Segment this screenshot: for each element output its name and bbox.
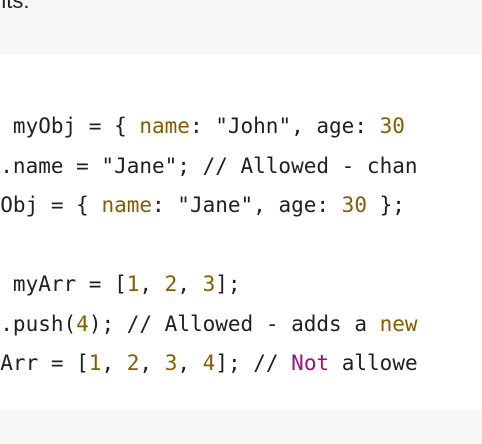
code-token-plain: nyArr = [ <box>0 351 89 375</box>
response-text-fragment: nts: <box>0 0 30 13</box>
code-token-prop: name <box>139 114 190 138</box>
code-token-plain: ]; <box>215 272 241 296</box>
code-token-num: 3 <box>202 272 216 296</box>
code-token-kw: Not <box>291 351 330 375</box>
code-line: st myObj = { name: "John", age: 30 <box>0 107 418 147</box>
code-token-plain: rr.push( <box>0 311 77 336</box>
code-token-plain: ); // Allowed - adds a <box>88 311 380 336</box>
code-line: rr.push(4); // Allowed - adds a new <box>0 305 418 345</box>
code-token-num: 4 <box>76 311 89 336</box>
code-token-num: 3 <box>164 351 178 375</box>
code-token-plain: oj.name = "Jane"; // Allowed - chan <box>0 153 418 178</box>
code-token-num: 2 <box>126 351 140 375</box>
code-token-plain: , <box>101 351 127 375</box>
code-block-card: st myObj = { name: "John", age: 30oj.nam… <box>0 55 482 410</box>
code-token-plain: , <box>139 272 165 296</box>
code-token-prop: new <box>379 311 418 336</box>
code-token-num: 30 <box>341 193 367 217</box>
code-token-num: 1 <box>126 272 140 296</box>
code-token-plain: , <box>177 272 203 296</box>
code-token-num: 30 <box>379 114 405 138</box>
code-token-prop: name <box>101 193 153 217</box>
code-token-num: 2 <box>164 272 178 296</box>
chat-response-viewport: nts: st myObj = { name: "John", age: 30o… <box>0 0 482 444</box>
code-line: nyArr = [1, 2, 3, 4]; // Not allowe <box>0 344 418 384</box>
code-token-plain: ]; // <box>215 351 292 375</box>
code-token-plain: }; <box>366 193 405 217</box>
code-token-plain: : "Jane", age: <box>152 193 342 217</box>
code-token-num: 4 <box>202 351 216 375</box>
code-token-plain: nyObj = { <box>0 193 89 217</box>
javascript-code-block[interactable]: st myObj = { name: "John", age: 30oj.nam… <box>0 107 418 384</box>
code-token-num: 1 <box>88 351 102 375</box>
code-token-plain: st myArr = [ <box>0 272 127 296</box>
code-line: st myArr = [1, 2, 3]; <box>0 265 418 305</box>
code-token-plain: , <box>139 351 165 375</box>
code-line: nyObj = { name: "Jane", age: 30 }; <box>0 186 418 226</box>
code-line: oj.name = "Jane"; // Allowed - chan <box>0 147 418 187</box>
code-token-plain: : "John", age: <box>189 114 380 138</box>
code-token-plain: , <box>177 351 203 375</box>
code-token-plain: st myObj = { <box>0 114 127 138</box>
code-token-plain: allowe <box>329 351 418 375</box>
